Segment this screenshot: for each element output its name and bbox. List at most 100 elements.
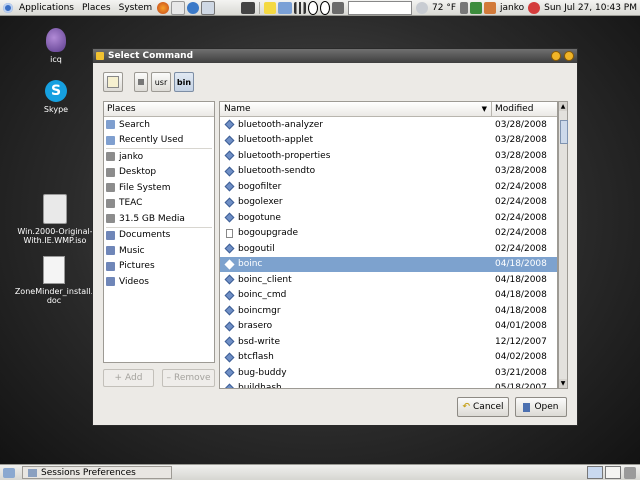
weather-temperature[interactable]: 72 °F: [429, 0, 459, 16]
file-modified: 02/24/2008: [495, 212, 547, 223]
file-row[interactable]: bug-buddy 03/21/2008: [220, 365, 557, 381]
file-row[interactable]: bogolexer 02/24/2008: [220, 195, 557, 211]
desktop-icon-label: Win.2000-Original-With.IE.WMP.iso: [17, 227, 93, 245]
dialog-titlebar[interactable]: Select Command: [93, 49, 577, 63]
cancel-button[interactable]: ↶ Cancel: [457, 397, 509, 417]
file-list-scrollbar[interactable]: ▲ ▼: [558, 101, 568, 389]
file-row[interactable]: bogotune 02/24/2008: [220, 210, 557, 226]
photo-icon[interactable]: [470, 1, 482, 14]
file-row[interactable]: bsd-write 12/12/2007: [220, 334, 557, 350]
file-row[interactable]: boinc 04/18/2008: [220, 256, 557, 272]
executable-icon: [224, 119, 235, 130]
file-name: bluetooth-applet: [238, 135, 313, 146]
place-item[interactable]: Pictures: [104, 259, 214, 275]
file-row[interactable]: bogofilter 02/24/2008: [220, 179, 557, 195]
place-item[interactable]: Documents: [104, 228, 214, 244]
place-icon: [106, 277, 115, 287]
file-name: bluetooth-analyzer: [238, 119, 323, 130]
volume-icon[interactable]: [460, 1, 468, 14]
signal-icon[interactable]: [294, 1, 306, 14]
eyes-icon-right[interactable]: [320, 0, 330, 15]
file-row[interactable]: bogoutil 02/24/2008: [220, 241, 557, 257]
place-label: 31.5 GB Media: [119, 213, 185, 224]
remove-button[interactable]: – Remove: [162, 369, 215, 387]
place-item[interactable]: Search: [104, 117, 214, 133]
file-row[interactable]: btcflash 04/02/2008: [220, 350, 557, 366]
file-modified: 03/21/2008: [495, 367, 547, 378]
mail-icon[interactable]: [201, 0, 216, 15]
desktop-icon-label: ZoneMinder_install.doc: [14, 287, 94, 305]
system-menu[interactable]: System: [115, 0, 157, 16]
battery-icon[interactable]: [278, 1, 292, 14]
terminal-icon[interactable]: [241, 1, 255, 14]
firefox-icon[interactable]: [157, 1, 170, 14]
window-menu-icon[interactable]: [96, 52, 104, 60]
file-row[interactable]: bluetooth-sendto 03/28/2008: [220, 164, 557, 180]
taskbar-item[interactable]: Sessions Preferences: [22, 466, 172, 479]
scrollbar-thumb[interactable]: [560, 120, 568, 144]
desktop-icon-iso[interactable]: Win.2000-Original-With.IE.WMP.iso: [17, 194, 93, 245]
clock[interactable]: Sun Jul 27, 10:43 PM: [541, 0, 640, 16]
file-name-cell: bsd-write: [220, 337, 492, 347]
file-row[interactable]: buildhash 05/18/2007: [220, 381, 557, 388]
place-item[interactable]: File System: [104, 180, 214, 196]
search-input[interactable]: [348, 0, 412, 15]
maximize-button[interactable]: [551, 51, 561, 61]
place-item[interactable]: 31.5 GB Media: [104, 211, 214, 227]
place-item[interactable]: Videos: [104, 274, 214, 290]
add-button[interactable]: + Add: [103, 369, 154, 387]
applications-menu[interactable]: Applications: [15, 0, 78, 16]
user-name[interactable]: janko: [497, 0, 527, 16]
notes-icon[interactable]: [264, 1, 276, 14]
file-name-cell: btcflash: [220, 352, 492, 362]
evolution-icon[interactable]: [171, 0, 186, 15]
file-row[interactable]: brasero 04/01/2008: [220, 319, 557, 335]
file-name-cell: bluetooth-properties: [220, 151, 492, 161]
file-name-cell: bluetooth-sendto: [220, 166, 492, 176]
place-item[interactable]: TEAC: [104, 196, 214, 212]
workspace-1[interactable]: [587, 466, 603, 479]
scroll-up-icon[interactable]: ▲: [559, 102, 567, 111]
modified-column-header[interactable]: Modified: [492, 102, 557, 116]
place-item[interactable]: Recently Used: [104, 133, 214, 149]
executable-icon: [224, 150, 235, 161]
path-button-usr[interactable]: usr: [151, 72, 171, 92]
workspace-2[interactable]: [605, 466, 621, 479]
file-row[interactable]: bogoupgrade 02/24/2008: [220, 226, 557, 242]
file-row[interactable]: bluetooth-applet 03/28/2008: [220, 133, 557, 149]
file-row[interactable]: boinc_cmd 04/18/2008: [220, 288, 557, 304]
file-row[interactable]: boincmgr 04/18/2008: [220, 303, 557, 319]
close-button[interactable]: [564, 51, 574, 61]
desktop-icon-doc[interactable]: ZoneMinder_install.doc: [13, 256, 95, 305]
file-modified: 03/28/2008: [495, 135, 547, 146]
help-icon[interactable]: [187, 1, 200, 14]
minus-icon: –: [166, 373, 171, 383]
show-desktop-icon[interactable]: [3, 467, 15, 478]
file-row[interactable]: bluetooth-analyzer 03/28/2008: [220, 117, 557, 133]
executable-icon: [224, 274, 235, 285]
path-button-bin[interactable]: bin: [174, 72, 194, 92]
place-item[interactable]: janko: [104, 149, 214, 165]
place-item[interactable]: Music: [104, 243, 214, 259]
window-icon: [28, 468, 37, 477]
scroll-down-icon[interactable]: ▼: [559, 379, 567, 388]
place-item[interactable]: Desktop: [104, 165, 214, 181]
name-column-header[interactable]: Name ▼: [220, 102, 492, 116]
trash-icon[interactable]: [624, 466, 636, 479]
places-menu[interactable]: Places: [78, 0, 115, 16]
file-row[interactable]: boinc_client 04/18/2008: [220, 272, 557, 288]
places-header[interactable]: Places: [104, 102, 214, 117]
desktop-icon-skype[interactable]: S Skype: [38, 80, 74, 114]
eyes-icon[interactable]: [308, 0, 318, 15]
open-button[interactable]: Open: [515, 397, 567, 417]
desktop-icon-icq[interactable]: icq: [38, 28, 74, 64]
plus-icon: +: [114, 373, 123, 383]
file-row[interactable]: bluetooth-properties 03/28/2008: [220, 148, 557, 164]
gnome-foot-icon[interactable]: [3, 2, 13, 13]
type-location-button[interactable]: [103, 72, 123, 92]
root-path-button[interactable]: [134, 72, 148, 92]
network-icon[interactable]: [332, 1, 344, 14]
user-avatar-icon[interactable]: [484, 1, 496, 14]
sort-down-icon: ▼: [481, 105, 487, 113]
power-icon[interactable]: [528, 1, 541, 14]
